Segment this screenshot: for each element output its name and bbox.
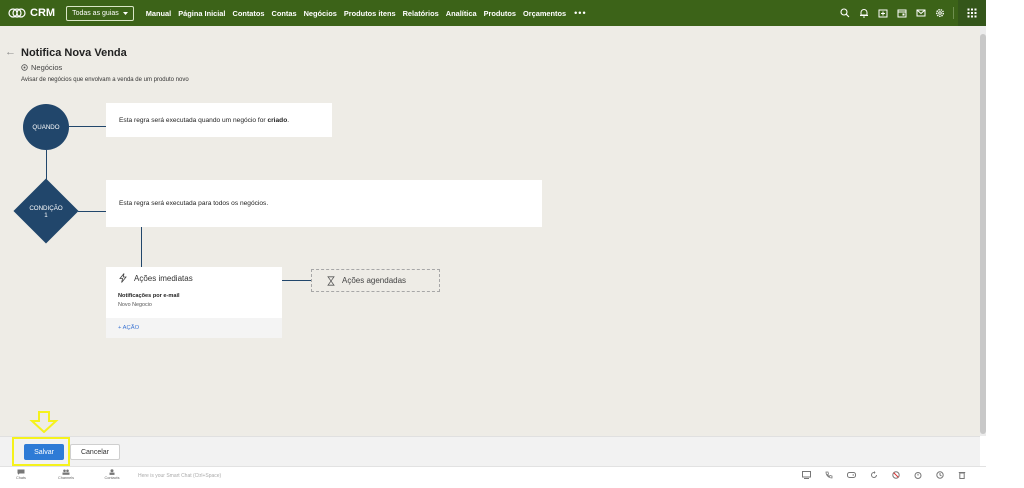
gear-icon[interactable] bbox=[934, 8, 945, 19]
refresh-icon[interactable] bbox=[870, 471, 878, 479]
toolbar-divider bbox=[953, 7, 954, 19]
back-arrow-icon[interactable]: ← bbox=[5, 46, 16, 58]
nav-item-products[interactable]: Produtos bbox=[484, 9, 516, 18]
apps-grid-icon[interactable] bbox=[958, 0, 986, 26]
connector-when-card bbox=[69, 126, 106, 127]
rule-description: Avisar de negócios que envolvam a venda … bbox=[21, 77, 189, 83]
page-right-margin bbox=[986, 0, 1024, 488]
module-name: Negócios bbox=[31, 63, 63, 72]
do-not-disturb-icon[interactable] bbox=[892, 471, 900, 479]
nav-item-accounts[interactable]: Contas bbox=[272, 9, 297, 18]
alarm-icon[interactable] bbox=[914, 471, 922, 479]
connector-when-condition bbox=[46, 150, 47, 180]
calendar-icon[interactable] bbox=[896, 8, 907, 19]
when-node[interactable]: QUANDO bbox=[23, 104, 69, 150]
hourglass-icon bbox=[327, 275, 335, 286]
caret-down-icon bbox=[122, 11, 128, 15]
scheduled-actions-box[interactable]: Ações agendadas bbox=[311, 269, 440, 292]
contacts-tab-label: Contacts bbox=[104, 476, 120, 480]
gamepad-icon[interactable] bbox=[847, 471, 856, 479]
crm-logo-icon bbox=[8, 8, 26, 18]
nav-item-analytics[interactable]: Analítica bbox=[446, 9, 477, 18]
mail-icon[interactable] bbox=[915, 8, 926, 19]
chat-bubble-icon bbox=[17, 469, 25, 475]
connector-condition-card bbox=[78, 211, 106, 212]
save-button[interactable]: Salvar bbox=[24, 444, 64, 460]
email-notification-title[interactable]: Notificações por e-mail bbox=[118, 293, 180, 299]
immediate-actions-header: Ações imediatas bbox=[118, 273, 193, 283]
module-icon bbox=[21, 64, 28, 71]
search-icon[interactable] bbox=[839, 8, 850, 19]
bell-icon[interactable] bbox=[858, 8, 869, 19]
nav-item-quotes[interactable]: Orçamentos bbox=[523, 9, 566, 18]
rule-module: Negócios bbox=[21, 63, 62, 72]
nav-item-manual[interactable]: Manual bbox=[146, 9, 171, 18]
when-trigger-card[interactable]: Esta regra será executada quando um negó… bbox=[106, 103, 332, 137]
action-footer bbox=[0, 436, 980, 466]
when-trigger-text: Esta regra será executada quando um negó… bbox=[119, 116, 290, 124]
screen-share-icon[interactable] bbox=[802, 471, 811, 479]
condition-card[interactable]: Esta regra será executada para todos os … bbox=[106, 180, 542, 227]
add-action-button[interactable]: + AÇÃO bbox=[106, 318, 282, 338]
top-toolbar-icons bbox=[839, 0, 974, 26]
workflow-canvas: ← Notifica Nova Venda Negócios Avisar de… bbox=[0, 26, 980, 436]
smart-chat-input[interactable]: Here is your Smart Chat (Ctrl+Space) bbox=[138, 473, 221, 479]
immediate-actions-title: Ações imediatas bbox=[134, 273, 193, 283]
email-notification-name: Novo Negocio bbox=[118, 302, 152, 308]
module-nav: Manual Página Inicial Contatos Contas Ne… bbox=[146, 9, 566, 18]
save-button-label: Salvar bbox=[34, 448, 54, 456]
when-node-label: QUANDO bbox=[32, 123, 60, 131]
channels-tab-label: Channels bbox=[57, 476, 75, 480]
page-title: Notifica Nova Venda bbox=[21, 47, 127, 59]
connector-immediate-scheduled bbox=[282, 280, 311, 281]
chats-tab-label: Chats bbox=[16, 476, 26, 480]
channels-icon bbox=[62, 469, 70, 475]
nav-more-button[interactable]: ••• bbox=[574, 8, 586, 18]
arrow-down-indicator-icon bbox=[29, 411, 59, 433]
app-name: CRM bbox=[30, 7, 56, 19]
condition-node-label: CONDIÇÃO 1 bbox=[29, 205, 63, 219]
nav-item-product-items[interactable]: Produtos itens bbox=[344, 9, 396, 18]
bottom-chat-bar: Chats Channels Contacts Here is your Sma… bbox=[0, 466, 986, 486]
scheduled-actions-title: Ações agendadas bbox=[342, 276, 407, 285]
nav-item-deals[interactable]: Negócios bbox=[304, 9, 337, 18]
nav-item-reports[interactable]: Relatórios bbox=[403, 9, 439, 18]
channels-tab[interactable]: Channels bbox=[53, 469, 79, 480]
phone-icon[interactable] bbox=[825, 471, 833, 479]
crm-logo[interactable]: CRM bbox=[8, 7, 55, 19]
nav-item-contacts[interactable]: Contatos bbox=[232, 9, 264, 18]
top-navigation-bar: CRM Todas as guias Manual Página Inicial… bbox=[0, 0, 986, 26]
condition-text: Esta regra será executada para todos os … bbox=[119, 200, 269, 207]
chats-tab[interactable]: Chats bbox=[8, 469, 34, 480]
lightning-icon bbox=[119, 273, 127, 283]
trash-icon[interactable] bbox=[958, 471, 966, 479]
all-tabs-label: Todas as guias bbox=[72, 9, 119, 17]
calendar-add-icon[interactable] bbox=[877, 8, 888, 19]
chat-bar-icons bbox=[802, 471, 966, 479]
history-icon[interactable] bbox=[936, 471, 944, 479]
cancel-button[interactable]: Cancelar bbox=[70, 444, 120, 460]
cancel-button-label: Cancelar bbox=[80, 448, 109, 456]
canvas-scrollbar-thumb[interactable] bbox=[980, 34, 986, 434]
all-tabs-dropdown[interactable]: Todas as guias bbox=[66, 5, 134, 21]
contacts-tab[interactable]: Contacts bbox=[99, 469, 125, 480]
add-action-label: + AÇÃO bbox=[118, 325, 140, 331]
connector-condition-actions bbox=[141, 227, 142, 267]
contact-person-icon bbox=[109, 469, 115, 475]
immediate-actions-card[interactable]: Ações imediatas Notificações por e-mail … bbox=[106, 267, 282, 338]
nav-item-home[interactable]: Página Inicial bbox=[178, 9, 225, 18]
